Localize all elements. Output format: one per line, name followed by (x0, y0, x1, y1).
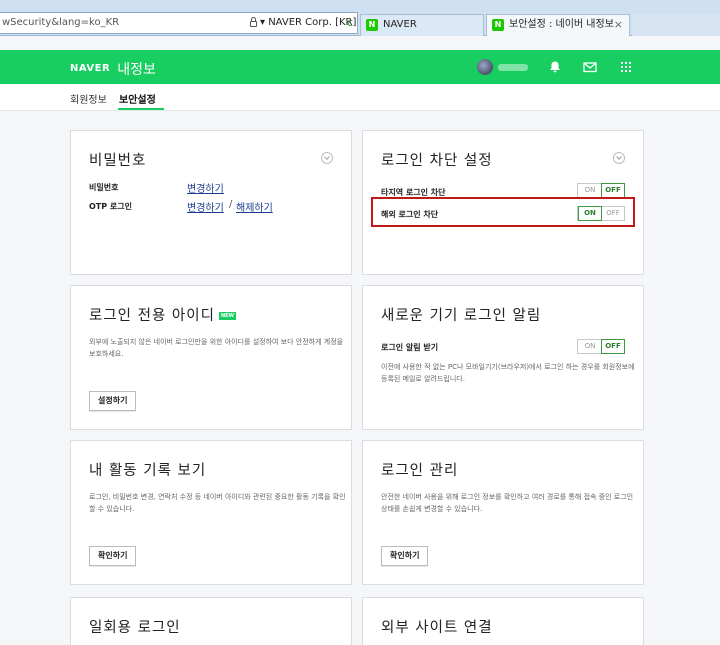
mail-icon[interactable] (582, 59, 598, 75)
tab-label: 보안설정 : 네이버 내정보 (509, 19, 614, 30)
external-site-card: 외부 사이트 연결 (362, 597, 644, 645)
card-title: 비밀번호 (89, 153, 147, 169)
card-title: 내 활동 기록 보기 (89, 463, 207, 479)
change-password-link[interactable]: 변경하기 (187, 180, 224, 195)
address-url[interactable]: wSecurity&lang=ko_KR (2, 17, 119, 28)
otp-login-label: OTP 로그인 (89, 202, 132, 211)
card-description: 이전에 사용한 적 없는 PC나 모바일기기(브라우저)에서 로그인 하는 경우… (381, 363, 635, 383)
tab-member-info[interactable]: 회원정보 (70, 91, 107, 106)
card-title: 로그인 차단 설정 (381, 153, 493, 169)
card-title: 로그인 전용 아이디 NEW (89, 304, 237, 325)
one-time-login-card: 일회용 로그인 (70, 597, 352, 645)
refresh-icon[interactable]: c (347, 13, 353, 33)
toggle-off[interactable]: OFF (601, 183, 625, 198)
tab-security-settings[interactable]: 보안설정 (119, 91, 156, 106)
browser-tab-security[interactable]: N 보안설정 : 네이버 내정보 × (486, 14, 630, 36)
card-title: 일회용 로그인 (89, 620, 181, 636)
new-tab-area[interactable] (632, 14, 720, 36)
view-login-button[interactable]: 확인하기 (381, 546, 429, 566)
region-block-toggle[interactable]: ON OFF (577, 183, 625, 198)
card-description: 안전한 네이버 사용을 위해 로그인 정보를 확인하고 여러 경로를 통해 접속… (381, 493, 634, 513)
lock-icon (250, 17, 257, 27)
view-activity-button[interactable]: 확인하기 (89, 546, 137, 566)
naver-logo[interactable]: NAVER (70, 63, 110, 74)
password-card: 비밀번호 비밀번호 변경하기 OTP 로그인 변경하기 / 해제하기 (70, 130, 352, 275)
naver-favicon-icon: N (366, 19, 378, 31)
card-description: 로그인, 비밀번호 변경, 연락처 수정 등 네이버 아이디와 관련된 중요한 … (89, 493, 346, 513)
bell-icon[interactable] (547, 59, 563, 75)
password-label: 비밀번호 (89, 183, 119, 192)
apps-grid-icon[interactable] (618, 59, 634, 75)
login-id-card: 로그인 전용 아이디 NEW 외부에 노출되지 않은 네이버 로그인만을 위한 아… (70, 285, 352, 430)
avatar[interactable] (477, 59, 493, 75)
chevron-down-icon[interactable] (613, 152, 625, 164)
alert-label: 로그인 알림 받기 (381, 343, 439, 352)
new-badge: NEW (218, 312, 237, 320)
browser-chrome: wSecurity&lang=ko_KR ▾ NAVER Corp. [KR] … (0, 0, 720, 36)
close-tab-icon[interactable]: × (614, 15, 623, 35)
activity-card: 내 활동 기록 보기 로그인, 비밀번호 변경, 연락처 수정 등 네이버 아이… (70, 440, 352, 585)
login-manage-card: 로그인 관리 안전한 네이버 사용을 위해 로그인 정보를 확인하고 여러 경로… (362, 440, 644, 585)
active-tab-indicator (118, 108, 164, 110)
disable-otp-link[interactable]: 해제하기 (236, 199, 273, 214)
tab-label: NAVER (383, 19, 417, 30)
highlight-annotation (371, 197, 635, 227)
sub-navigation: 회원정보 보안설정 (0, 84, 720, 111)
card-title: 외부 사이트 연결 (381, 620, 493, 636)
card-title: 로그인 관리 (381, 463, 459, 479)
toggle-off[interactable]: OFF (601, 339, 625, 354)
browser-tab-naver[interactable]: N NAVER (360, 14, 484, 36)
change-otp-link[interactable]: 변경하기 (187, 199, 224, 214)
address-bar[interactable]: wSecurity&lang=ko_KR ▾ NAVER Corp. [KR] … (0, 12, 358, 34)
service-title[interactable]: 내정보 (117, 62, 156, 78)
login-alert-toggle[interactable]: ON OFF (577, 339, 625, 354)
toggle-on[interactable]: ON (578, 340, 602, 353)
certificate-indicator[interactable]: ▾ NAVER Corp. [KR] (250, 13, 356, 33)
brand[interactable]: NAVER 내정보 (70, 58, 156, 79)
username-redacted[interactable] (498, 64, 528, 71)
card-title-text: 로그인 전용 아이디 (89, 308, 215, 324)
naver-header: NAVER 내정보 (0, 50, 720, 84)
card-description: 외부에 노출되지 않은 네이버 로그인만을 위한 아이디를 설정하여 보다 안전… (89, 338, 344, 358)
setup-button[interactable]: 설정하기 (89, 391, 137, 411)
new-device-card: 새로운 기기 로그인 알림 로그인 알림 받기 ON OFF 이전에 사용한 적… (362, 285, 644, 430)
toggle-on[interactable]: ON (578, 184, 602, 197)
separator: / (229, 199, 233, 210)
chevron-down-icon[interactable] (321, 152, 333, 164)
certificate-label: NAVER Corp. [KR] (268, 17, 357, 28)
naver-favicon-icon: N (492, 19, 504, 31)
card-title: 새로운 기기 로그인 알림 (381, 308, 542, 324)
